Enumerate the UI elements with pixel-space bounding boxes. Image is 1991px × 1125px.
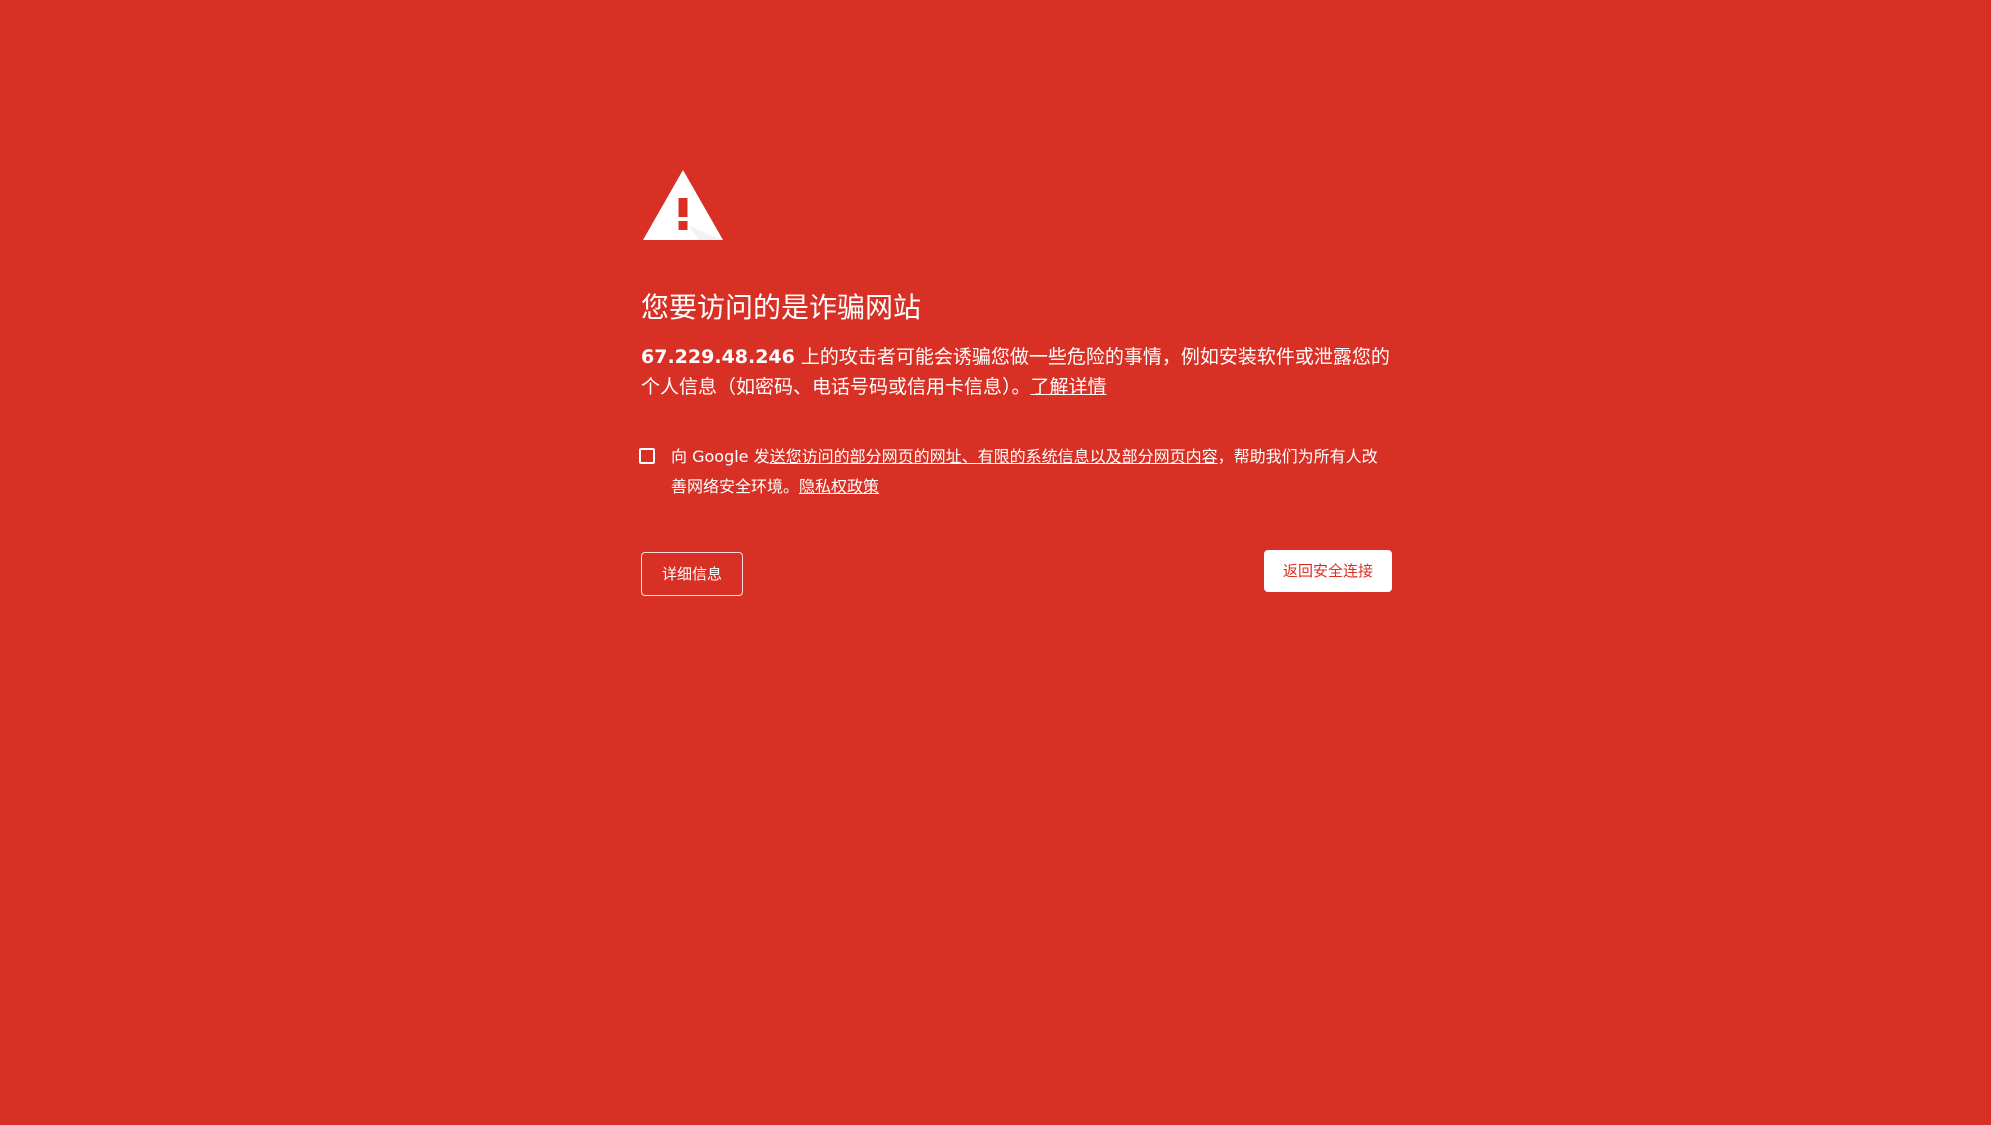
details-button[interactable]: 详细信息 xyxy=(641,552,744,596)
privacy-policy-link[interactable]: 隐私权政策 xyxy=(799,477,879,496)
warning-triangle-icon xyxy=(643,170,723,240)
interstitial-page: 您要访问的是诈骗网站 67.229.48.246 上的攻击者可能会诱骗您做一些危… xyxy=(0,0,1991,1125)
reporting-details-link[interactable]: 送您访问的部分网页的网址、有限的系统信息以及部分网页内容 xyxy=(770,447,1218,466)
extended-reporting-checkbox[interactable] xyxy=(639,448,655,464)
main-message: 67.229.48.246 上的攻击者可能会诱骗您做一些危险的事情，例如安装软件… xyxy=(641,342,1392,402)
site-host: 67.229.48.246 xyxy=(641,346,795,368)
extended-reporting-optin: 向 Google 发送您访问的部分网页的网址、有限的系统信息以及部分网页内容，帮… xyxy=(639,442,1392,502)
button-row: 详细信息 返回安全连接 xyxy=(641,550,1392,596)
page-title: 您要访问的是诈骗网站 xyxy=(641,291,922,324)
back-to-safety-button[interactable]: 返回安全连接 xyxy=(1263,550,1392,592)
interstitial-container: 您要访问的是诈骗网站 67.229.48.246 上的攻击者可能会诱骗您做一些危… xyxy=(639,168,1392,596)
optin-prefix-text: 向 Google 发 xyxy=(671,447,770,466)
learn-more-link[interactable]: 了解详情 xyxy=(1031,376,1107,398)
